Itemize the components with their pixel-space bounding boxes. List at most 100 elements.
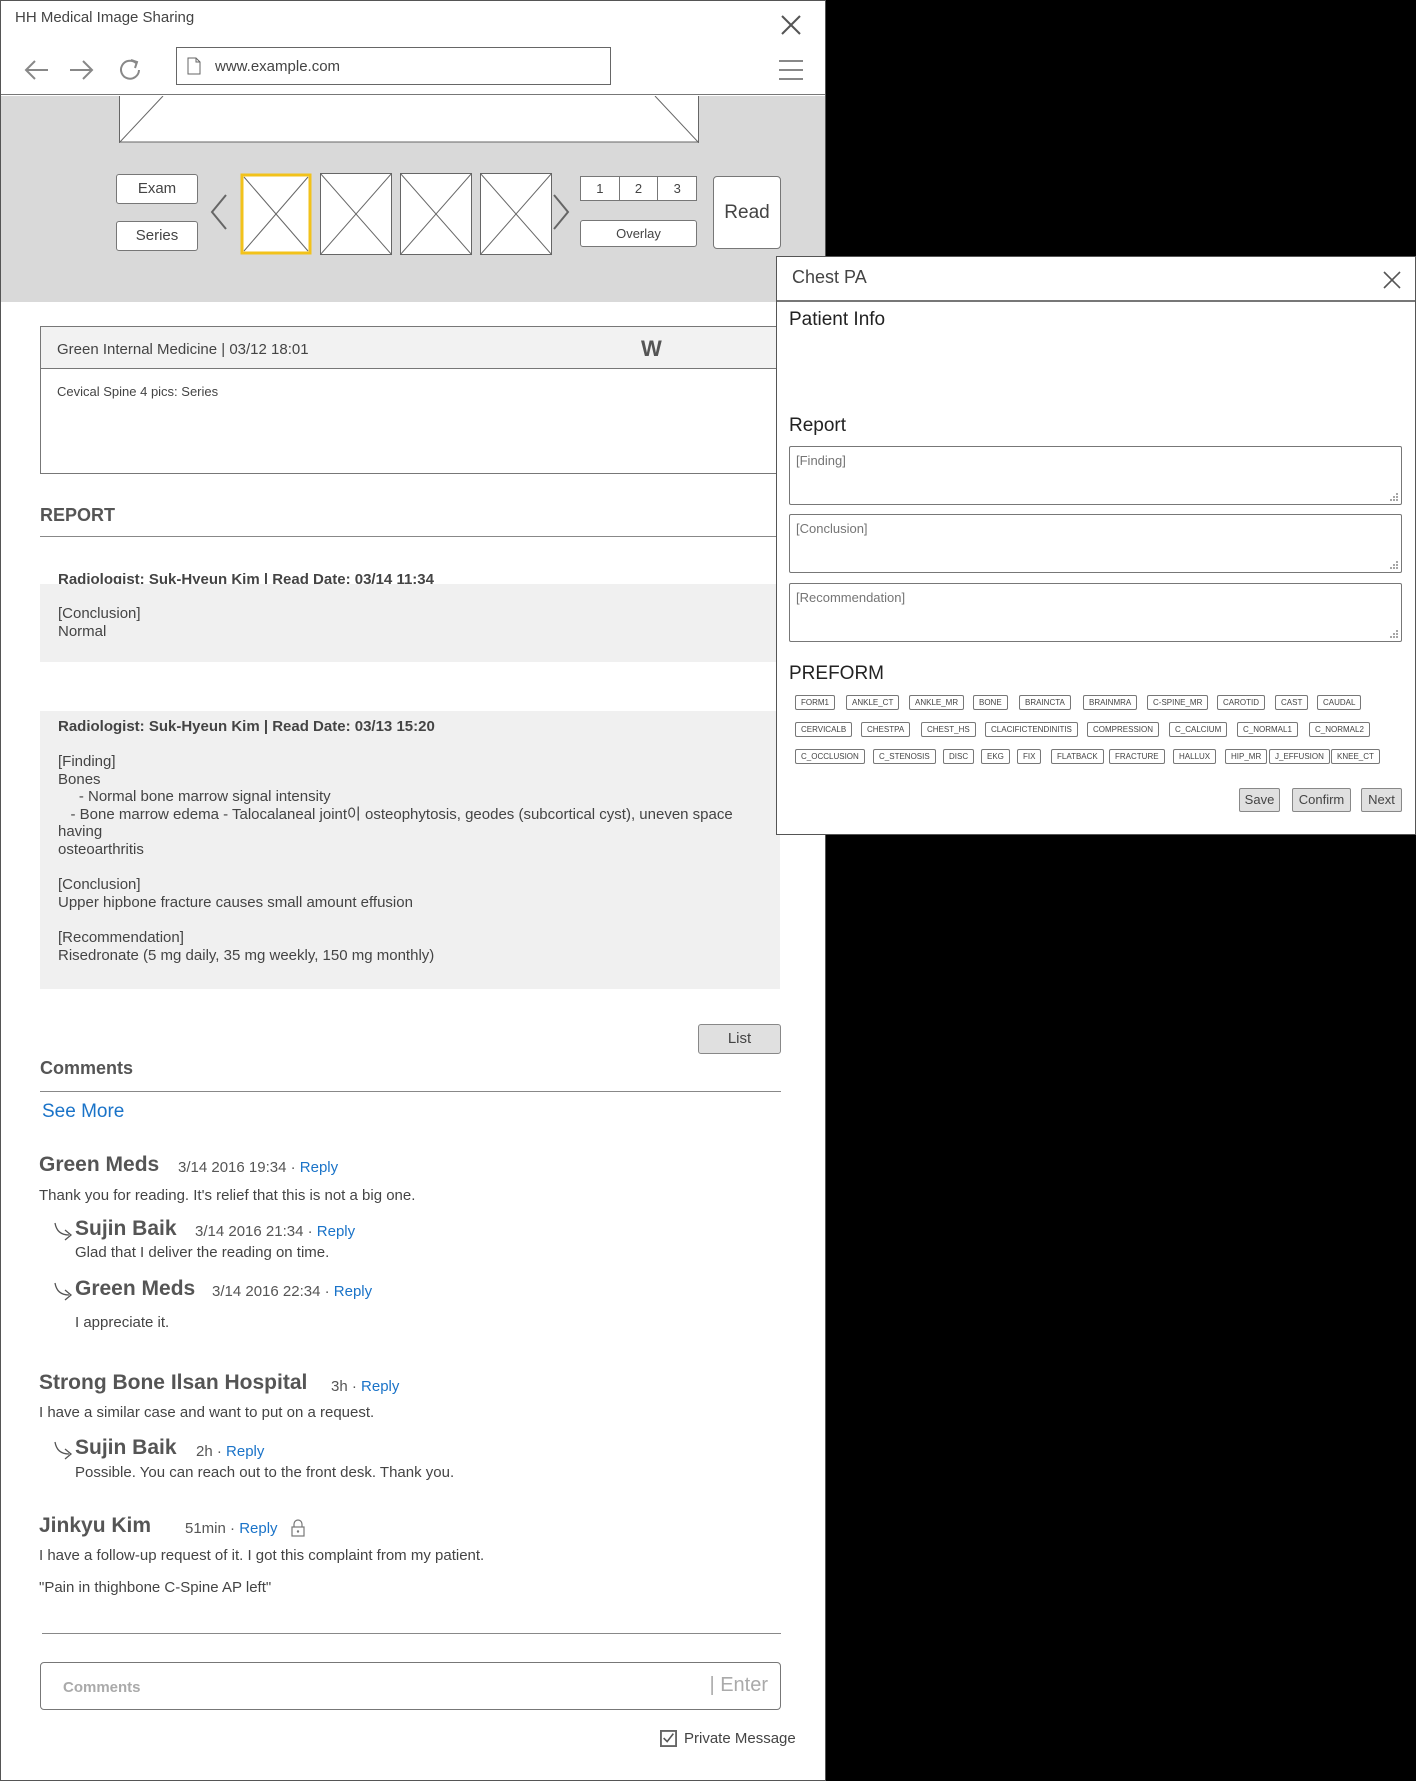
comment-time: 2h · xyxy=(196,1443,227,1460)
preform-tag[interactable]: HIP_MR xyxy=(1225,749,1268,764)
reply-link[interactable]: Reply xyxy=(361,1378,399,1395)
report-dialog: Chest PA Patient Info Report PREFORM FOR… xyxy=(776,256,1416,835)
comment-text: I appreciate it. xyxy=(75,1314,170,1331)
chevron-left-icon[interactable] xyxy=(209,193,229,231)
resize-grip-icon[interactable] xyxy=(1389,629,1399,639)
browser-window: HH Medical Image Sharing www.example.com xyxy=(0,0,830,1781)
preform-tag[interactable]: C-SPINE_MR xyxy=(1147,695,1209,710)
back-arrow-icon[interactable] xyxy=(22,56,50,84)
page-1-button[interactable]: 1 xyxy=(581,177,620,200)
preform-tag[interactable]: ANKLE_MR xyxy=(909,695,965,710)
finding-textarea[interactable] xyxy=(789,446,1402,505)
preform-tag[interactable]: CAUDAL xyxy=(1317,695,1362,710)
enter-button[interactable]: | Enter xyxy=(709,1674,768,1697)
thumbnail-selected[interactable] xyxy=(240,173,312,255)
reply-link[interactable]: Reply xyxy=(300,1159,338,1176)
lock-icon xyxy=(291,1519,305,1537)
page-3-button[interactable]: 3 xyxy=(658,177,696,200)
preform-tag[interactable]: C_OCCLUSION xyxy=(795,749,865,764)
reply-link[interactable]: Reply xyxy=(334,1283,372,1300)
forward-arrow-icon[interactable] xyxy=(68,56,96,84)
preform-tag[interactable]: J_EFFUSION xyxy=(1269,749,1330,764)
preform-tag[interactable]: C_STENOSIS xyxy=(873,749,936,764)
comment-quote: "Pain in thighbone C-Spine AP left" xyxy=(39,1579,272,1596)
main-image-placeholder xyxy=(119,96,699,143)
thumbnail[interactable] xyxy=(480,173,552,255)
preform-tag[interactable]: BRAINCTA xyxy=(1019,695,1071,710)
comment-author: Green Meds xyxy=(39,1153,160,1176)
save-button[interactable]: Save xyxy=(1239,788,1280,812)
preform-tag[interactable]: CAROTID xyxy=(1217,695,1265,710)
navigation-bar: www.example.com xyxy=(1,39,825,95)
comment-meta: 3/14 2016 21:34 · Reply xyxy=(195,1223,355,1240)
preform-tag[interactable]: CHEST_HS xyxy=(921,722,976,737)
preform-tag[interactable]: CERVICALB xyxy=(795,722,853,737)
patient-info-heading: Patient Info xyxy=(789,309,886,330)
comment-author: Jinkyu Kim xyxy=(39,1514,152,1537)
preform-tag[interactable]: CLACIFICTENDINITIS xyxy=(985,722,1078,737)
see-more-link[interactable]: See More xyxy=(42,1101,124,1123)
page-2-button[interactable]: 2 xyxy=(620,177,659,200)
reply-link[interactable]: Reply xyxy=(226,1443,264,1460)
preform-tag[interactable]: BRAINMRA xyxy=(1083,695,1138,710)
series-button[interactable]: Series xyxy=(116,221,198,251)
url-bar[interactable]: www.example.com xyxy=(176,47,611,85)
preform-tag[interactable]: KNEE_CT xyxy=(1331,749,1380,764)
comment-text: I have a similar case and want to put on… xyxy=(39,1404,375,1421)
next-button[interactable]: Next xyxy=(1361,788,1402,812)
comment-meta: 2h · Reply xyxy=(196,1443,264,1460)
reload-icon[interactable] xyxy=(117,56,145,84)
preform-tag[interactable]: FRACTURE xyxy=(1109,749,1165,764)
preform-tag[interactable]: FIX xyxy=(1017,749,1042,764)
close-icon[interactable] xyxy=(779,13,803,37)
preform-heading: PREFORM xyxy=(789,663,884,684)
preform-tag[interactable]: C_NORMAL2 xyxy=(1309,722,1370,737)
report-entry-1: [Conclusion] Normal xyxy=(40,584,780,662)
preform-tag[interactable]: DISC xyxy=(943,749,975,764)
comments-title: Comments xyxy=(40,1058,134,1078)
comment-text: Possible. You can reach out to the front… xyxy=(75,1464,455,1481)
comment-author: Sujin Baik xyxy=(75,1436,177,1459)
overlay-button[interactable]: Overlay xyxy=(580,220,697,247)
comment-text: Thank you for reading. It's relief that … xyxy=(39,1187,416,1204)
exam-info-title: Green Internal Medicine | 03/12 18:01 xyxy=(57,341,309,358)
exam-button[interactable]: Exam xyxy=(116,174,198,204)
report-entry-2: Radiologist: Suk-Hyeun Kim | Read Date: … xyxy=(40,711,780,989)
comment-author: Strong Bone Ilsan Hospital xyxy=(39,1371,308,1394)
resize-grip-icon[interactable] xyxy=(1389,492,1399,502)
preform-tag[interactable]: C_CALCIUM xyxy=(1169,722,1228,737)
title-bar: HH Medical Image Sharing xyxy=(1,1,825,35)
comment-meta: 3/14 2016 19:34 · Reply xyxy=(178,1159,338,1176)
preform-tag[interactable]: C_NORMAL1 xyxy=(1237,722,1298,737)
resize-grip-icon[interactable] xyxy=(1389,560,1399,570)
preform-tag[interactable]: BONE xyxy=(973,695,1008,710)
reply-link[interactable]: Reply xyxy=(317,1223,355,1240)
close-icon[interactable] xyxy=(1383,271,1401,289)
preform-tag[interactable]: COMPRESSION xyxy=(1087,722,1160,737)
preform-tag[interactable]: CHESTPA xyxy=(861,722,911,737)
private-message-label: Private Message xyxy=(684,1730,796,1747)
confirm-button[interactable]: Confirm xyxy=(1292,788,1351,812)
preform-tag[interactable]: FORM1 xyxy=(795,695,835,710)
dialog-title: Chest PA xyxy=(792,267,867,287)
preform-tag[interactable]: CAST xyxy=(1275,695,1309,710)
preform-tag[interactable]: EKG xyxy=(981,749,1010,764)
exam-info-header: Green Internal Medicine | 03/12 18:01 W xyxy=(41,327,829,369)
reply-link[interactable]: Reply xyxy=(239,1520,277,1537)
exam-info-panel: Green Internal Medicine | 03/12 18:01 W … xyxy=(40,326,830,474)
preform-tag[interactable]: FLATBACK xyxy=(1051,749,1104,764)
list-button[interactable]: List xyxy=(698,1024,781,1054)
recommendation-textarea[interactable] xyxy=(789,583,1402,642)
comment-input[interactable] xyxy=(61,1675,621,1699)
thumbnail[interactable] xyxy=(320,173,392,255)
conclusion-textarea[interactable] xyxy=(789,514,1402,573)
preform-tag[interactable]: HALLUX xyxy=(1173,749,1217,764)
reply-arrow-icon xyxy=(54,1222,73,1241)
hamburger-menu-icon[interactable] xyxy=(779,59,803,81)
preform-tag[interactable]: ANKLE_CT xyxy=(846,695,900,710)
chevron-right-icon[interactable] xyxy=(551,193,571,231)
private-message-checkbox[interactable] xyxy=(660,1730,677,1747)
comment-time: 3/14 2016 19:34 · xyxy=(178,1159,300,1176)
thumbnail[interactable] xyxy=(400,173,472,255)
read-button[interactable]: Read xyxy=(713,176,781,249)
